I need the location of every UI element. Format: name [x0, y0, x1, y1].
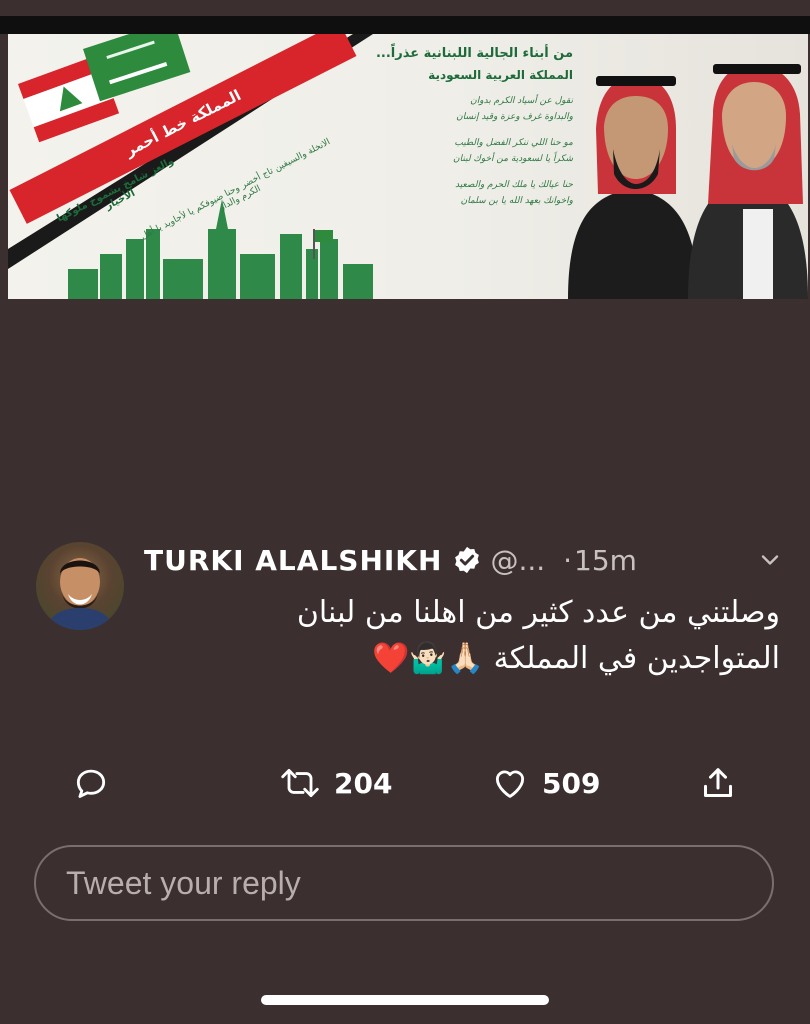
poster-verse-line: واخوانك بعهد الله يا بن سلمان: [460, 196, 573, 206]
user-handle[interactable]: @...: [490, 544, 545, 577]
poster-verse-line: والبداوة غرف وعزة وقيد إنسان: [456, 112, 573, 122]
retweet-button[interactable]: 204: [278, 758, 392, 808]
poster-verse-line: حنا عيالك يا ملك الحرم والصعيد: [455, 180, 573, 190]
verified-icon: [455, 546, 480, 574]
retweet-count: 204: [334, 766, 393, 800]
like-button[interactable]: 509: [490, 758, 600, 808]
tweet-actions: 204 509: [0, 758, 810, 808]
tweet-media-image[interactable]: من أبناء الجالية اللبنانية عذراً... المم…: [8, 34, 808, 299]
heart-icon: [495, 770, 525, 798]
status-area: [0, 0, 810, 16]
reply-input[interactable]: [64, 863, 748, 903]
chevron-down-icon[interactable]: [756, 546, 784, 574]
tweet-text: وصلتني من عدد كثير من اهلنا من لبنان الم…: [150, 590, 780, 682]
reply-button[interactable]: [72, 758, 110, 808]
like-count: 509: [542, 766, 601, 800]
reply-composer[interactable]: [34, 845, 774, 921]
retweet-icon: [281, 769, 319, 797]
tweet-text-line: المتواجدين في المملكة 🙏🏻🤷🏻‍♂️❤️: [372, 641, 780, 676]
home-indicator[interactable]: [261, 995, 549, 1005]
tweet-text-line: وصلتني من عدد كثير من اهلنا من لبنان: [296, 595, 780, 630]
share-button[interactable]: [698, 758, 738, 808]
tweet-header: TURKI ALALSHIKH @... · 15m: [144, 538, 784, 582]
avatar[interactable]: [36, 542, 124, 630]
display-name[interactable]: TURKI ALALSHIKH: [144, 544, 442, 577]
poster-verse-line: نقول عن أسياد الكرم بدوان: [470, 96, 573, 106]
tweet-timestamp[interactable]: 15m: [574, 544, 637, 577]
poster-heading: من أبناء الجالية اللبنانية عذراً...: [375, 46, 573, 61]
media-top-bar: [0, 16, 810, 34]
share-icon: [704, 768, 732, 797]
poster-verse-line: شكراً يا لسعودية من أخوك لبنان: [453, 154, 573, 164]
poster-verse-line: مو حنا اللي ننكر الفضل والطيب: [454, 138, 573, 148]
separator-dot: ·: [563, 543, 573, 577]
reply-icon: [76, 769, 106, 798]
poster-subheading: المملكة العربية السعودية: [428, 68, 573, 82]
